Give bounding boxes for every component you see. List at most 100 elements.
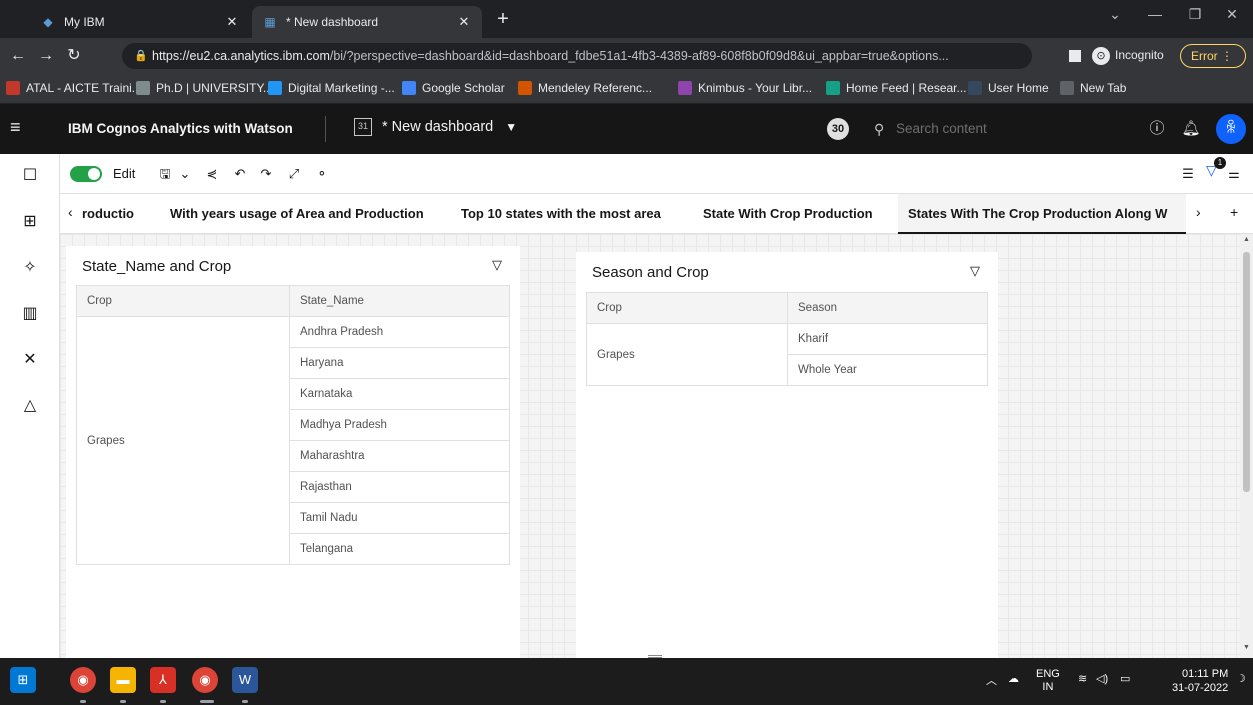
close-tab-icon[interactable]: ✕ [456,14,472,30]
state-crop-widget[interactable]: State_Name and Crop ▽ Crop State_Name Gr… [66,246,520,658]
dashboard-tab-states-crop-production-along[interactable]: States With The Crop Production Along W [898,194,1186,234]
system-clock[interactable]: 01:11 PM 31-07-2022 [1172,667,1228,695]
scroll-down-icon[interactable]: ▼ [1240,644,1253,651]
bookmark-label: Google Scholar [422,81,505,95]
table-row[interactable]: Grapes Kharif [586,323,988,386]
dashboard-tab-years-usage[interactable]: With years usage of Area and Production [170,194,424,234]
scrollbar-thumb[interactable] [1243,252,1250,492]
properties-icon[interactable]: ☰ [1178,164,1198,184]
search-icon: ⚲ [874,121,885,137]
volume-icon[interactable]: ◁) [1096,672,1108,685]
bookmark-0[interactable]: ATAL - AICTE Traini... [6,81,142,95]
state-name-cell[interactable]: Maharashtra [289,440,510,472]
bookmark-4[interactable]: Mendeley Referenc... [518,81,652,95]
state-name-cell[interactable]: Telangana [289,533,510,565]
help-icon[interactable]: ⓘ [1146,118,1168,140]
table-row[interactable]: Grapes Andhra Pradesh [76,316,510,565]
bookmark-5[interactable]: Knimbus - Your Libr... [678,81,812,95]
search-input[interactable]: ⚲ Search content [864,112,1100,146]
tab-square-icon[interactable] [1069,50,1081,62]
user-avatar-icon[interactable]: ꆜ [1216,114,1246,144]
bookmark-7[interactable]: User Home [968,81,1049,95]
bookmark-3[interactable]: Google Scholar [402,81,505,95]
onedrive-icon[interactable]: ☁ [1008,672,1019,685]
language-indicator[interactable]: ENG IN [1036,668,1060,694]
bookmark-8[interactable]: New Tab [1060,81,1126,95]
scroll-up-icon[interactable]: ▲ [1240,236,1253,243]
state-name-cell[interactable]: Madhya Pradesh [289,409,510,441]
season-cell[interactable]: Kharif [787,323,988,355]
filter-funnel-icon[interactable]: ▽ [970,263,980,279]
expand-icon[interactable]: ⤢ [284,164,304,184]
browser-tab-new-dashboard[interactable]: ▦ * New dashboard ✕ [252,6,482,38]
edit-mode-toggle[interactable] [70,166,102,182]
dashboard-selector[interactable]: 31 * New dashboard ▼ [354,118,517,136]
hamburger-menu-icon[interactable]: ≡ [10,117,21,138]
forward-arrow-icon[interactable]: → [34,44,58,68]
crop-cell[interactable]: Grapes [76,316,290,565]
save-icon[interactable]: 🖫 [155,164,175,184]
canvas-vertical-scrollbar[interactable]: ▲ ▼ [1240,234,1253,658]
notifications-bell-icon[interactable]: 🔔︎ [1180,118,1202,140]
tabs-scroll-right-icon[interactable]: › [1196,204,1201,220]
column-header-state-name[interactable]: State_Name [289,285,510,317]
state-name-cell[interactable]: Tamil Nadu [289,502,510,534]
pointer-icon[interactable]: ⚬ [312,164,332,184]
url-host: https://eu2.ca.analytics.ibm.com [152,49,330,63]
tabs-scroll-left-icon[interactable]: ‹ [68,204,73,220]
season-cell[interactable]: Whole Year [787,354,988,386]
chrome-icon[interactable]: ◉ [70,667,96,693]
settings-sliders-icon[interactable]: ⚌ [1224,164,1244,184]
bookmark-2[interactable]: Digital Marketing -... [268,81,395,95]
share-icon[interactable]: ⋞ [202,164,222,184]
minimize-icon[interactable]: — [1135,6,1175,22]
address-bar[interactable]: 🔒 https://eu2.ca.analytics.ibm.com/bi/?p… [122,43,1032,69]
redo-icon[interactable]: ↷ [256,164,276,184]
notification-count-badge[interactable]: 30 [827,118,849,140]
back-arrow-icon[interactable]: ← [6,44,30,68]
state-name-cell[interactable]: Haryana [289,347,510,379]
error-button[interactable]: Error ⋮ [1180,44,1246,68]
wifi-icon[interactable]: ≋ [1078,672,1087,685]
column-header-crop[interactable]: Crop [76,285,290,317]
acrobat-icon[interactable]: ⅄ [150,667,176,693]
column-header-crop[interactable]: Crop [586,292,788,324]
dashboard-tab-productio[interactable]: roductio [82,194,152,234]
tray-chevron-icon[interactable]: ︿ [986,672,997,688]
data-sources-icon[interactable]: ⊞ [18,210,42,234]
browser-tab-my-ibm[interactable]: ◆ My IBM ✕ [30,6,250,38]
season-crop-widget[interactable]: Season and Crop ▽ Crop Season Grapes Khar… [576,252,998,658]
filter-funnel-icon[interactable]: ▽ [492,257,502,273]
chrome-incognito-icon[interactable]: ◉ [192,667,218,693]
incognito-indicator[interactable]: ⊙ Incognito [1092,47,1164,65]
notifications-moon-icon[interactable]: ☽ [1236,672,1246,685]
file-explorer-icon[interactable]: ▬ [110,667,136,693]
restore-icon[interactable]: ❐ [1175,6,1215,23]
filter-funnel-icon[interactable]: ▽ 1 [1206,157,1226,179]
widgets-icon[interactable]: ✕ [18,348,42,372]
undo-icon[interactable]: ↶ [230,164,250,184]
dashboard-tab-top-10-states[interactable]: Top 10 states with the most area [461,194,661,234]
close-window-icon[interactable]: ✕ [1212,6,1252,23]
battery-icon[interactable]: ▭ [1120,672,1130,685]
column-header-season[interactable]: Season [787,292,988,324]
visualizations-icon[interactable]: ▥ [18,302,42,326]
reload-icon[interactable]: ↻ [62,44,86,68]
save-chevron-icon[interactable]: ⌄ [175,164,195,184]
pin-icon[interactable]: ✧ [18,256,42,280]
state-name-cell[interactable]: Karnataka [289,378,510,410]
new-tab-button[interactable]: + [490,8,516,31]
close-tab-icon[interactable]: ✕ [224,14,240,30]
bookmark-1[interactable]: Ph.D | UNIVERSITY... [136,81,273,95]
comment-icon[interactable]: ☐ [18,164,42,188]
add-tab-icon[interactable]: + [1230,204,1238,220]
word-icon[interactable]: W [232,667,258,693]
crop-cell[interactable]: Grapes [586,323,788,386]
state-name-cell[interactable]: Andhra Pradesh [289,316,510,348]
dashboard-tab-state-crop-production[interactable]: State With Crop Production [703,194,873,234]
windows-start-icon[interactable]: ⊞ [10,667,36,693]
assistant-icon[interactable]: △ [18,394,42,418]
state-name-cell[interactable]: Rajasthan [289,471,510,503]
tab-search-chevron-icon[interactable]: ⌄ [1095,6,1135,23]
bookmark-6[interactable]: Home Feed | Resear... [826,81,967,95]
